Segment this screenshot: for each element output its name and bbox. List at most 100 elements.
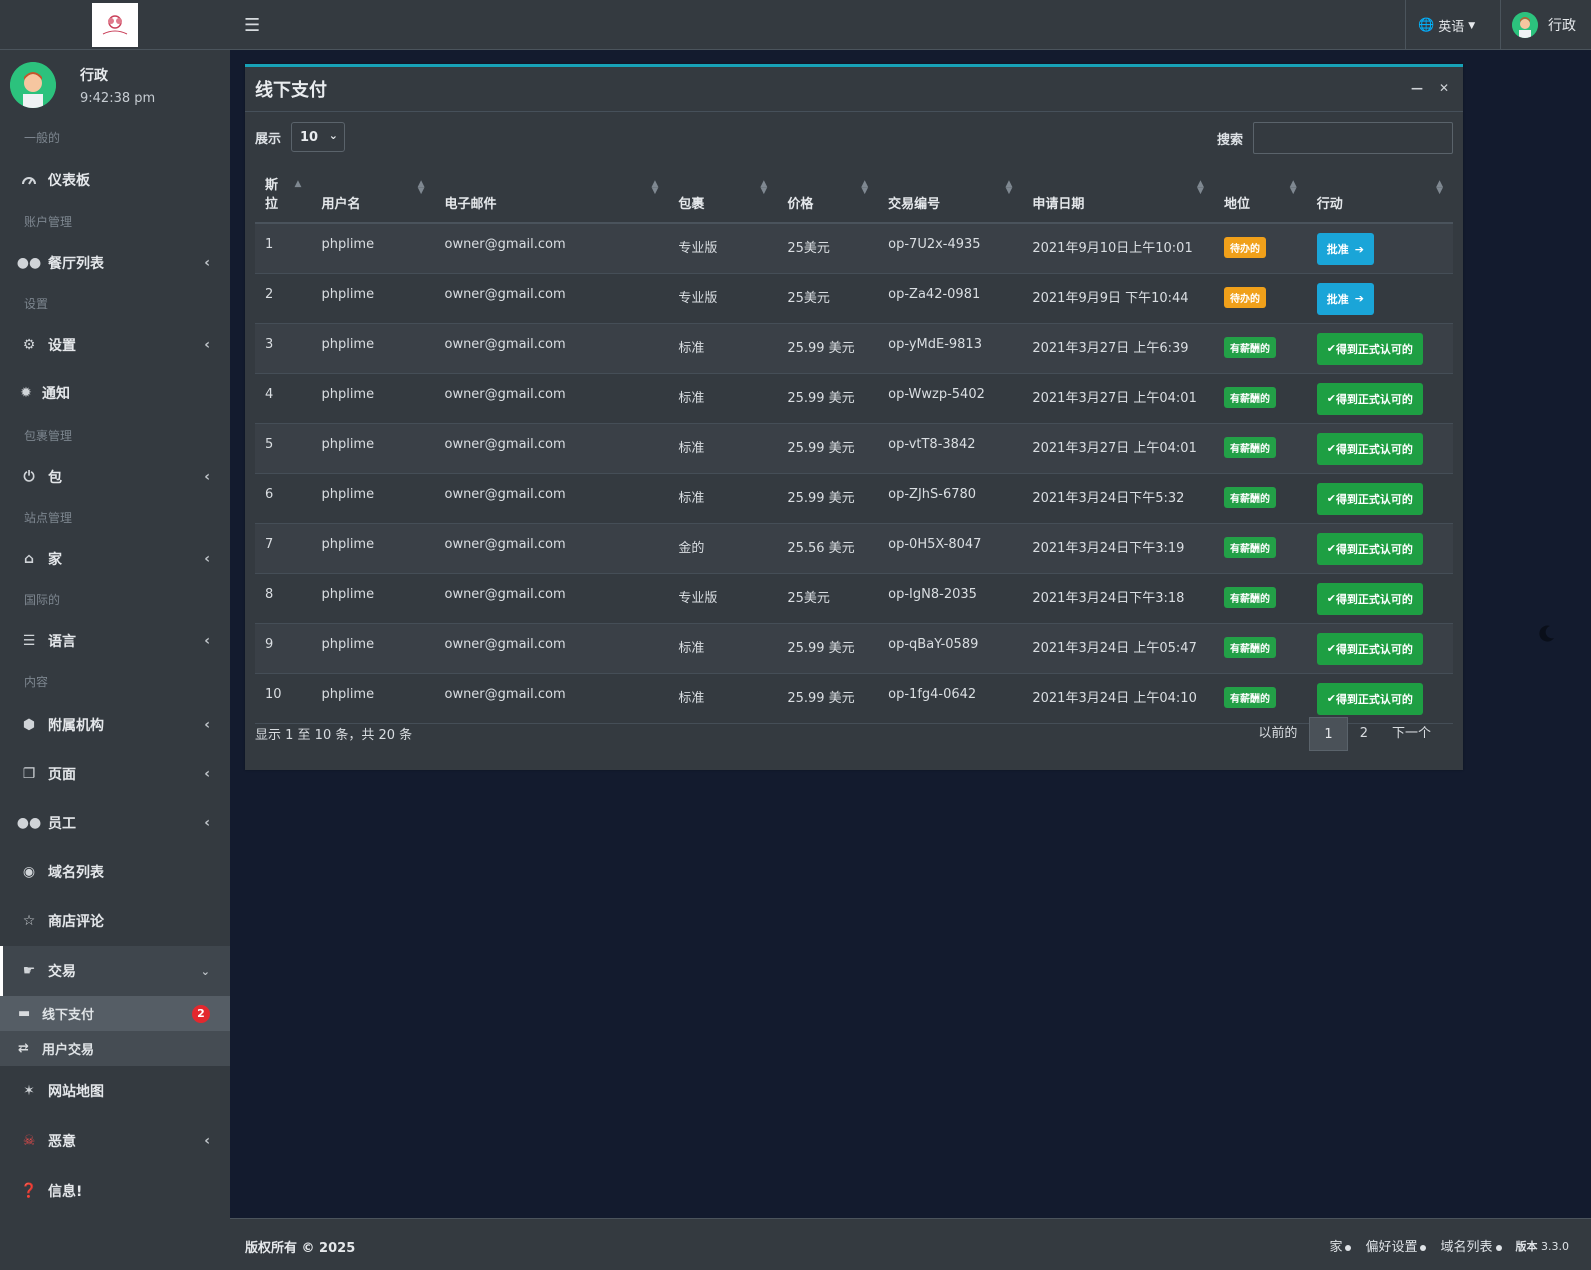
sidebar-item-home[interactable]: ⌂ 家 ‹ [0,536,230,582]
sidebar-item-affiliates[interactable]: ⬢ 附属机构 ‹ [0,700,230,750]
sort-icon: ▲ ▼ [861,179,869,196]
cell-email: owner@gmail.com [434,223,669,274]
sidebar-item-label: 网站地图 [48,1084,104,1100]
status-badge: 待办的 [1223,286,1266,308]
pagination-page-2[interactable]: 2 [1348,717,1380,751]
footer-link-domains[interactable]: 域名列表 [1440,1236,1502,1255]
cell-user: phplime [311,423,435,474]
column-header-action[interactable]: 行动 ▲ ▼ [1306,169,1453,224]
nav-header-packages: 包裹管理 [24,429,73,443]
cell-action: ✔ 得到正式认可的 [1306,473,1453,524]
column-header-label: 电子邮件 [444,197,497,212]
approve-button[interactable]: 批准 ➔ [1316,282,1374,315]
dot-icon [1420,1244,1427,1251]
cell-date: 2021年3月24日 上午04:10 [1022,673,1214,724]
column-header-sl[interactable]: 斯 拉 ▲ [255,169,312,224]
approved-button[interactable]: ✔ 得到正式认可的 [1316,532,1423,565]
cell-email: owner@gmail.com [434,573,669,624]
cell-tx: op-ZJhS-6780 [878,473,1023,524]
sidebar-item-staff[interactable]: ●● 员工 ‹ [0,798,230,848]
cell-sl: 5 [255,423,312,474]
dot-icon [1495,1244,1502,1251]
cell-pkg: 标准 [668,373,778,424]
sidebar-item-label: 通知 [42,386,70,402]
approved-button[interactable]: ✔ 得到正式认可的 [1316,482,1423,515]
brand[interactable] [0,0,230,50]
cell-tx: op-1fg4-0642 [878,673,1023,724]
cell-user: phplime [311,273,435,324]
cell-tx: op-Wwzp-5402 [878,373,1023,424]
sort-icon: ▲ ▼ [1289,179,1297,196]
nav-header-sites: 站点管理 [24,511,73,525]
cell-pkg: 专业版 [668,273,778,324]
check-icon: ✔ [1326,442,1336,455]
column-header-email[interactable]: 电子邮件 ▲ ▼ [434,169,669,224]
column-header-username[interactable]: 用户名 ▲ ▼ [311,169,435,224]
sidebar-item-label: 家 [48,552,62,568]
copyright: 版权所有 © 2025 [245,1241,356,1256]
cell-tx: op-vtT8-3842 [878,423,1023,474]
footer-link-home[interactable]: 家 [1329,1236,1352,1255]
close-icon[interactable]: ✕ [1439,81,1449,95]
sidebar-item-offline-payment[interactable]: ▬ 线下支付 2 [0,996,230,1031]
user-name[interactable]: 行政 [80,65,155,85]
footer-link-preferences[interactable]: 偏好设置 [1365,1236,1427,1255]
sidebar-item-dashboard[interactable]: 仪表板 [0,156,230,204]
column-header-price[interactable]: 价格 ▲ ▼ [777,169,879,224]
column-header-request-date[interactable]: 申请日期 ▲ ▼ [1022,169,1214,224]
collapse-icon[interactable]: — [1411,81,1423,95]
approved-button[interactable]: ✔ 得到正式认可的 [1316,382,1423,415]
pagination-next[interactable]: 下一个 [1380,717,1443,751]
sidebar-item-malicious[interactable]: ☠ 恶意 ‹ [0,1116,230,1166]
sort-icon: ▲ ▼ [651,179,659,196]
approved-button[interactable]: ✔ 得到正式认可的 [1316,632,1423,665]
user-menu[interactable]: 行政 [1512,12,1576,38]
dark-mode-toggle-icon[interactable] [1538,624,1556,642]
sidebar-item-language[interactable]: ☰ 语言 ‹ [0,618,230,664]
cell-status: 有薪酬的 [1213,473,1307,524]
cell-tx: op-yMdE-9813 [878,323,1023,374]
cell-price: 25.99 美元 [777,323,879,374]
status-badge: 有薪酬的 [1223,536,1276,558]
brand-logo[interactable] [92,2,138,47]
approved-button[interactable]: ✔ 得到正式认可的 [1316,432,1423,465]
sidebar-item-restaurants[interactable]: ●● 餐厅列表 ‹ [0,240,230,286]
search-input[interactable] [1253,122,1453,154]
cell-date: 2021年3月24日下午3:18 [1022,573,1214,624]
avatar[interactable] [10,62,56,108]
pagination-page-1[interactable]: 1 [1309,717,1348,751]
column-header-label: 行动 [1316,197,1343,212]
cell-email: owner@gmail.com [434,373,669,424]
caret-down-icon: ▼ [1468,20,1476,31]
sidebar-item-package[interactable]: ⏻ 包 ‹ [0,454,230,500]
star-outline-icon: ☆ [22,913,36,929]
language-dropdown[interactable]: 🌐 英语 ▼ [1418,16,1475,35]
sidebar-item-reviews[interactable]: ☆ 商店评论 [0,896,230,946]
check-icon: ✔ [1326,542,1336,555]
cell-user: phplime [311,673,435,724]
hamburger-menu-icon[interactable]: ☰ [244,15,260,36]
page-length-select[interactable]: 10 ⌄ [291,122,345,152]
status-badge: 有薪酬的 [1223,486,1276,508]
sidebar-item-domains[interactable]: ◉ 域名列表 [0,848,230,896]
cell-email: owner@gmail.com [434,623,669,674]
approved-button[interactable]: ✔ 得到正式认可的 [1316,332,1423,365]
sidebar-item-user-transactions[interactable]: ⇄ 用户交易 [0,1031,230,1066]
pagination-previous[interactable]: 以前的 [1246,717,1309,751]
sidebar-item-sitemap[interactable]: ✶ 网站地图 [0,1066,230,1116]
sidebar-item-notify[interactable]: ✹ 通知 [0,368,230,418]
sidebar-item-pages[interactable]: ❐ 页面 ‹ [0,750,230,798]
sitemap-icon: ✶ [23,1083,35,1099]
column-header-package[interactable]: 包裹 ▲ ▼ [668,169,778,224]
sidebar-item-info[interactable]: ❓ 信息! [0,1166,230,1216]
cube-icon: ⬢ [22,717,36,733]
column-header-status[interactable]: 地位 ▲ ▼ [1213,169,1307,224]
approved-button[interactable]: ✔ 得到正式认可的 [1316,682,1423,715]
column-header-transaction-id[interactable]: 交易编号 ▲ ▼ [878,169,1023,224]
button-label: 得到正式认可的 [1335,642,1413,656]
sidebar-item-settings[interactable]: ⚙ 设置 ‹ [0,322,230,368]
cell-user: phplime [311,623,435,674]
approve-button[interactable]: 批准 ➔ [1316,233,1374,265]
approved-button[interactable]: ✔ 得到正式认可的 [1316,582,1423,615]
sidebar-item-transactions[interactable]: ☛ 交易 ⌄ [0,946,230,996]
